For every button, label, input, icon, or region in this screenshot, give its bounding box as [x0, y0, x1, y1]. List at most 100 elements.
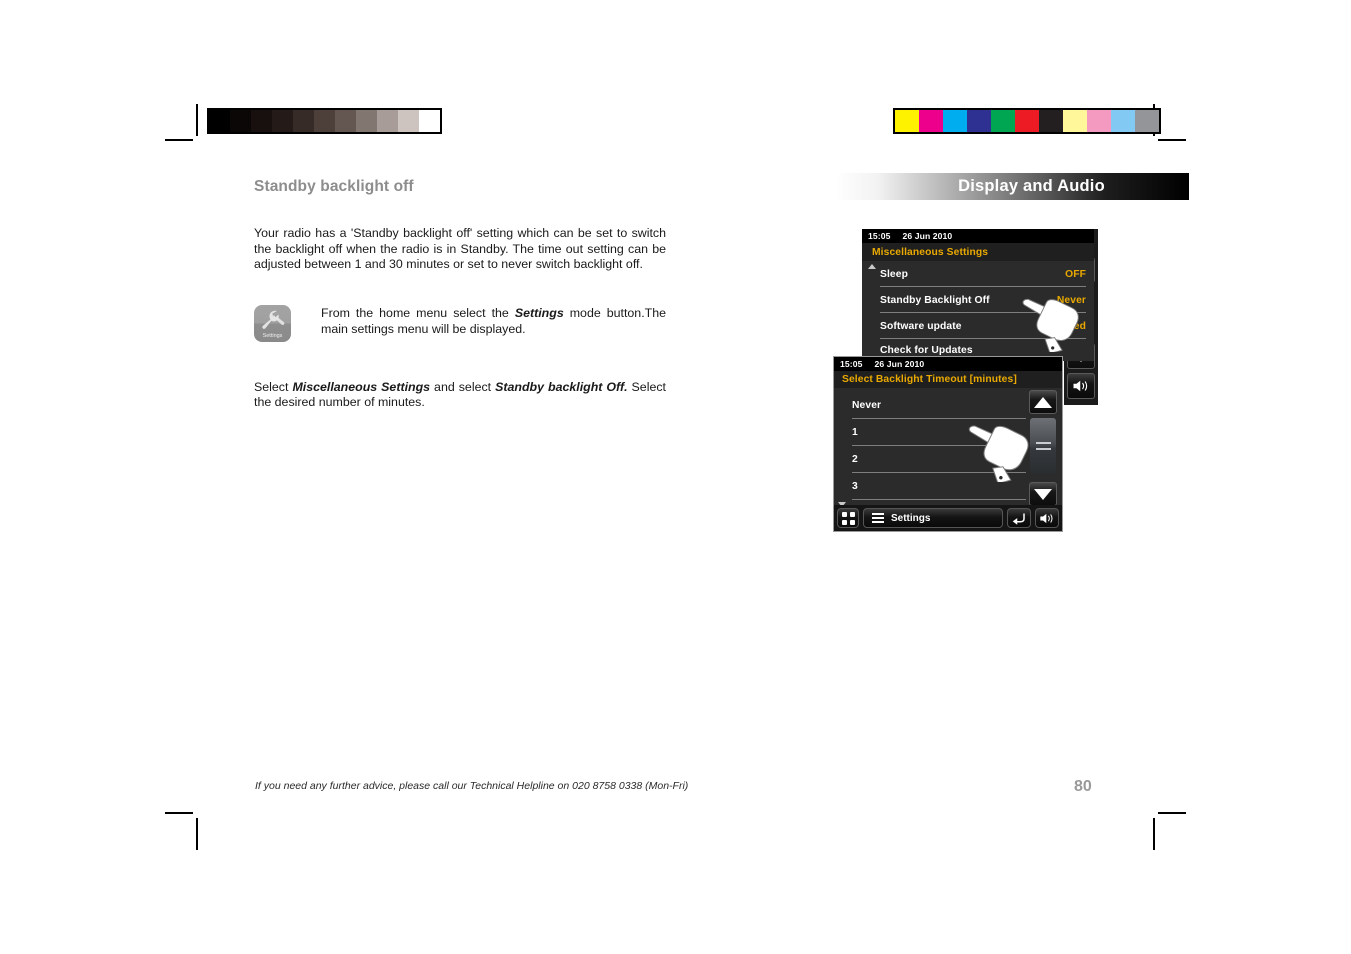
list-item-label: Standby Backlight Off	[880, 294, 990, 306]
bottom-screen-scroll-up-button[interactable]	[1029, 390, 1057, 414]
crop-mark-top-left-h	[165, 139, 193, 141]
list-item[interactable]: Standby Backlight Off Never	[880, 287, 1086, 313]
color-swatch	[967, 110, 991, 132]
grayscale-swatch	[314, 110, 335, 132]
list-item[interactable]: Software update Enabled	[880, 313, 1086, 339]
list-item-label: 1	[852, 427, 858, 438]
grayscale-swatch	[377, 110, 398, 132]
list-item-value: OFF	[1065, 268, 1086, 280]
section-header-label: Display and Audio	[958, 177, 1105, 195]
bottom-screen-volume-button[interactable]	[1035, 508, 1059, 528]
grayscale-swatch	[356, 110, 377, 132]
back-arrow-icon	[1012, 513, 1025, 525]
list-item-label: Never	[852, 400, 882, 411]
grayscale-swatch	[398, 110, 419, 132]
crop-mark-bottom-right-h	[1158, 812, 1186, 814]
hamburger-icon	[872, 513, 884, 523]
top-screen-clock: 15:05	[868, 231, 891, 241]
back-button[interactable]	[1007, 508, 1031, 528]
select-bold-2: Standby backlight Off.	[495, 379, 628, 394]
top-screen-menu-title: Miscellaneous Settings	[862, 243, 1094, 261]
crop-mark-bottom-left-v	[196, 818, 198, 850]
top-screen-date: 26 Jun 2010	[902, 231, 953, 241]
top-screen-status-bar: 15:05 26 Jun 2010	[862, 229, 1094, 243]
list-item-value: Never	[1056, 294, 1086, 306]
triangle-up-icon	[1034, 396, 1052, 408]
color-swatch	[1135, 110, 1159, 132]
list-item-value: Enabled	[1045, 320, 1086, 332]
list-item[interactable]: Never	[852, 392, 1026, 419]
select-part-1: Select	[254, 379, 293, 394]
section-header: Display and Audio	[836, 173, 1189, 200]
bottom-screen-side-controls	[1028, 390, 1060, 508]
crop-mark-bottom-left-h	[165, 812, 193, 814]
settings-step-text: From the home menu select the Settings m…	[321, 305, 666, 337]
list-item[interactable]: 2	[852, 446, 1026, 473]
grayscale-swatch	[209, 110, 230, 132]
color-swatch	[1111, 110, 1135, 132]
device-screen-backlight-timeout: 15:05 26 Jun 2010 Select Backlight Timeo…	[833, 356, 1063, 532]
settings-step-text-bold: Settings	[514, 305, 564, 320]
color-swatch	[895, 110, 919, 132]
crop-mark-bottom-right-v	[1153, 818, 1155, 850]
wrench-icon	[262, 310, 285, 329]
select-bold-1: Miscellaneous Settings	[292, 379, 431, 394]
grayscale-swatch	[335, 110, 356, 132]
select-paragraph: Select Miscellaneous Settings and select…	[254, 380, 666, 411]
home-button[interactable]	[837, 508, 859, 528]
volume-icon	[1073, 380, 1088, 392]
top-screen-list: Sleep OFF Standby Backlight Off Never So…	[862, 261, 1094, 361]
bottom-screen-menu-title: Select Backlight Timeout [minutes]	[834, 371, 1062, 388]
bottom-screen-scroll-thumb[interactable]	[1030, 418, 1056, 474]
settings-step: Settings From the home menu select the S…	[254, 304, 666, 342]
crop-mark-top-right-h	[1158, 139, 1186, 141]
grayscale-swatch	[251, 110, 272, 132]
grayscale-swatch	[419, 110, 440, 132]
color-swatch	[1015, 110, 1039, 132]
list-item[interactable]: Sleep OFF	[880, 261, 1086, 287]
color-swatch	[1087, 110, 1111, 132]
top-screen-volume-button[interactable]	[1067, 373, 1095, 399]
color-swatch	[943, 110, 967, 132]
color-swatch	[919, 110, 943, 132]
volume-icon	[1040, 513, 1053, 523]
footer-note: If you need any further advice, please c…	[255, 780, 689, 792]
grayscale-swatch	[293, 110, 314, 132]
grayscale-calibration-strip	[207, 108, 442, 134]
grayscale-swatch	[230, 110, 251, 132]
bottom-screen-toolbar: Settings	[834, 505, 1062, 531]
bottom-screen-date: 26 Jun 2010	[874, 359, 925, 369]
list-item[interactable]: 3	[852, 473, 1026, 500]
intro-paragraph: Your radio has a 'Standby backlight off'…	[254, 226, 666, 272]
bottom-screen-clock: 15:05	[840, 359, 863, 369]
list-item-label: Check for Updates	[880, 344, 973, 356]
menu-settings-button[interactable]: Settings	[863, 508, 1003, 528]
triangle-down-icon	[1034, 488, 1052, 500]
scroll-grip-line	[1035, 448, 1051, 450]
device-screen-miscellaneous-settings: 15:05 26 Jun 2010 Miscellaneous Settings…	[862, 229, 1094, 361]
menu-settings-label: Settings	[891, 512, 931, 524]
color-swatch	[991, 110, 1015, 132]
grid-home-icon	[841, 511, 855, 525]
settings-mode-tile[interactable]: Settings	[254, 304, 291, 342]
list-separator	[852, 499, 1026, 500]
color-calibration-strip	[893, 108, 1161, 134]
page-title: Standby backlight off	[254, 178, 414, 195]
list-item[interactable]: 1	[852, 419, 1026, 446]
list-item-label: 2	[852, 454, 858, 465]
list-item-label: 3	[852, 481, 858, 492]
settings-step-text-before: From the home menu select the	[321, 305, 515, 320]
bottom-screen-scroll-down-button[interactable]	[1029, 482, 1057, 506]
scroll-grip-line	[1035, 442, 1051, 444]
settings-tile-label: Settings	[262, 332, 283, 339]
bottom-screen-status-bar: 15:05 26 Jun 2010	[834, 357, 1062, 371]
color-swatch	[1063, 110, 1087, 132]
select-part-2: and select	[430, 379, 496, 394]
color-swatch	[1039, 110, 1063, 132]
list-item-label: Software update	[880, 320, 962, 332]
page-number: 80	[1074, 778, 1092, 795]
list-item-label: Sleep	[880, 268, 908, 280]
grayscale-swatch	[272, 110, 293, 132]
crop-mark-top-left-v	[196, 104, 198, 136]
instruction-column: Standby backlight off Your radio has a '…	[254, 178, 666, 411]
